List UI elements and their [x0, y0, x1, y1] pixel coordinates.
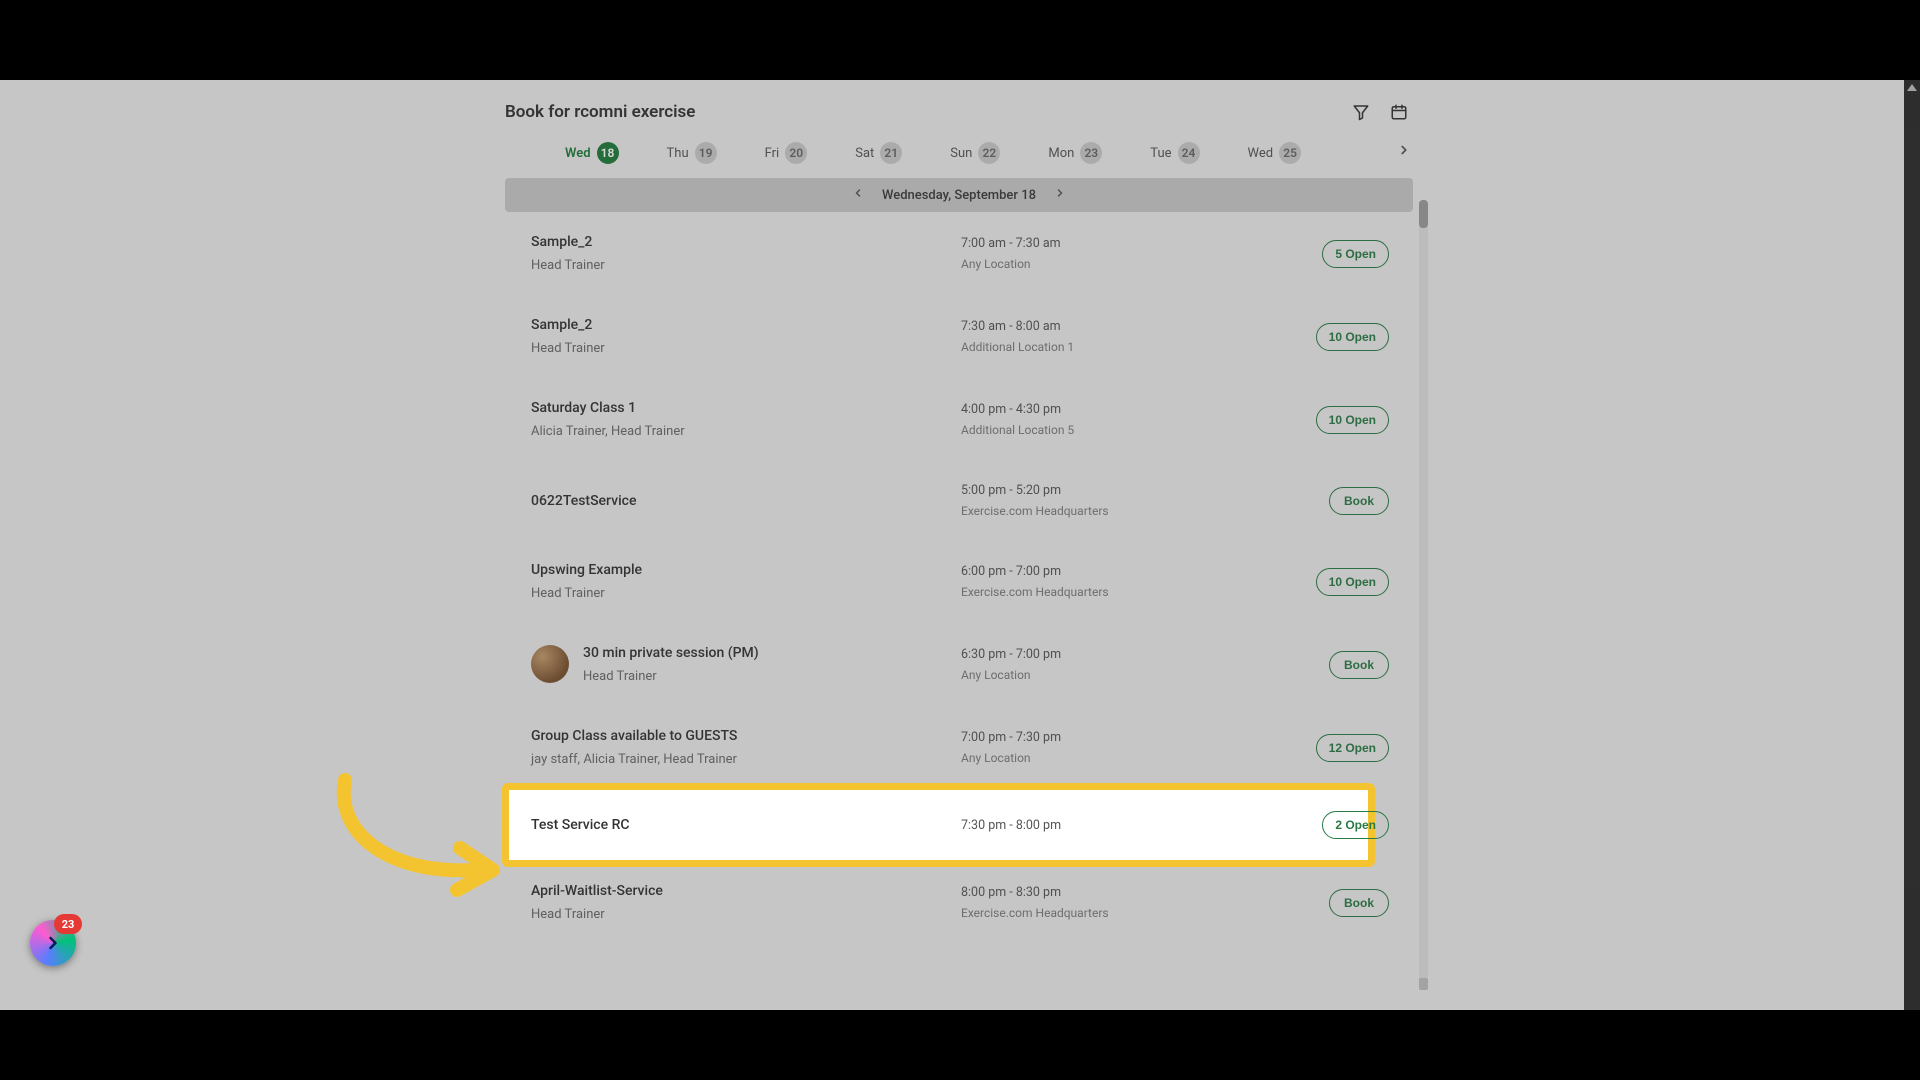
scrollbar-thumb[interactable]: [1419, 200, 1428, 228]
day-tab-tue-24[interactable]: Tue 24: [1150, 142, 1199, 164]
service-name: 0622TestService: [531, 493, 961, 509]
service-time: 7:00 pm - 7:30 pm: [961, 730, 1251, 745]
day-number-badge: 20: [785, 142, 807, 164]
day-number-badge: 18: [597, 142, 619, 164]
service-time: 6:30 pm - 7:00 pm: [961, 647, 1251, 662]
service-location: Exercise.com Headquarters: [961, 504, 1251, 518]
service-row[interactable]: 0622TestService5:00 pm - 5:20 pm Exercise…: [505, 461, 1415, 540]
book-button[interactable]: Book: [1329, 889, 1389, 917]
service-name: April-Waitlist-Service: [531, 883, 961, 899]
scrollbar-track[interactable]: [1419, 200, 1428, 980]
service-name: Group Class available to GUESTS: [531, 728, 961, 744]
date-bar: Wednesday, September 18: [505, 178, 1413, 212]
day-label: Thu: [667, 146, 689, 161]
browser-scrollbar[interactable]: [1904, 80, 1920, 1010]
day-label: Tue: [1150, 146, 1171, 161]
service-row[interactable]: 30 min private session (PM) Head Trainer 6…: [505, 623, 1415, 706]
service-name: Sample_2: [531, 234, 961, 250]
service-location: Any Location: [961, 257, 1251, 271]
service-trainers: Head Trainer: [531, 586, 961, 601]
open-slots-button[interactable]: 10 Open: [1316, 323, 1389, 351]
service-trainers: jay staff, Alicia Trainer, Head Trainer: [531, 752, 961, 767]
service-trainers: Head Trainer: [531, 907, 961, 922]
service-name: Sample_2: [531, 317, 961, 333]
service-row[interactable]: Group Class available to GUESTS jay staff…: [505, 706, 1415, 789]
date-bar-label: Wednesday, September 18: [882, 188, 1036, 203]
service-time: 4:00 pm - 4:30 pm: [961, 402, 1251, 417]
day-tab-wed-18[interactable]: Wed 18: [565, 142, 619, 164]
day-number-badge: 22: [978, 142, 1000, 164]
filter-icon[interactable]: [1351, 102, 1371, 122]
service-row[interactable]: Sample_2 Head Trainer7:30 am - 8:00 am Add…: [505, 295, 1415, 378]
service-location: Additional Location 5: [961, 423, 1251, 437]
day-number-badge: 24: [1178, 142, 1200, 164]
service-row[interactable]: Sample_2 Head Trainer7:00 am - 7:30 am Any…: [505, 212, 1415, 295]
service-row[interactable]: Upswing Example Head Trainer6:00 pm - 7:0…: [505, 540, 1415, 623]
day-label: Fri: [765, 146, 780, 161]
service-time: 8:00 pm - 8:30 pm: [961, 885, 1251, 900]
day-tab-fri-20[interactable]: Fri 20: [765, 142, 808, 164]
open-slots-button[interactable]: 2 Open: [1322, 811, 1389, 839]
date-next-icon[interactable]: [1054, 187, 1066, 203]
service-time: 5:00 pm - 5:20 pm: [961, 483, 1251, 498]
day-number-badge: 25: [1279, 142, 1301, 164]
day-label: Sat: [855, 146, 874, 161]
service-name: Test Service RC: [531, 817, 961, 833]
service-name: 30 min private session (PM): [583, 645, 759, 661]
assistant-launcher-button[interactable]: 23: [30, 920, 76, 966]
day-label: Wed: [1248, 146, 1274, 161]
day-label: Sun: [950, 146, 972, 161]
service-trainers: Head Trainer: [531, 341, 961, 356]
assistant-badge-count: 23: [54, 914, 82, 934]
service-row[interactable]: Saturday Class 1 Alicia Trainer, Head Tra…: [505, 378, 1415, 461]
open-slots-button[interactable]: 10 Open: [1316, 568, 1389, 596]
day-number-badge: 23: [1080, 142, 1102, 164]
service-location: Any Location: [961, 668, 1251, 682]
service-location: Exercise.com Headquarters: [961, 906, 1251, 920]
calendar-icon[interactable]: [1389, 102, 1409, 122]
service-time: 7:30 am - 8:00 am: [961, 319, 1251, 334]
service-trainers: Head Trainer: [583, 669, 759, 684]
day-tab-sun-22[interactable]: Sun 22: [950, 142, 1000, 164]
book-button[interactable]: Book: [1329, 651, 1389, 679]
day-number-badge: 21: [880, 142, 902, 164]
service-name: Saturday Class 1: [531, 400, 961, 416]
browser-scroll-up-icon[interactable]: [1906, 82, 1918, 94]
day-number-badge: 19: [695, 142, 717, 164]
date-prev-icon[interactable]: [852, 187, 864, 203]
service-location: Additional Location 1: [961, 340, 1251, 354]
page-title: Book for rcomni exercise: [505, 102, 695, 122]
avatar: [531, 645, 569, 683]
open-slots-button[interactable]: 12 Open: [1316, 734, 1389, 762]
day-tab-wed-25[interactable]: Wed 25: [1248, 142, 1302, 164]
service-time: 6:00 pm - 7:00 pm: [961, 564, 1251, 579]
open-slots-button[interactable]: 10 Open: [1316, 406, 1389, 434]
service-trainers: Head Trainer: [531, 258, 961, 273]
day-label: Wed: [565, 146, 591, 161]
service-time: 7:30 pm - 8:00 pm: [961, 818, 1251, 833]
day-tab-mon-23[interactable]: Mon 23: [1048, 142, 1102, 164]
service-name: Upswing Example: [531, 562, 961, 578]
days-next-icon[interactable]: [1397, 142, 1411, 161]
day-tab-sat-21[interactable]: Sat 21: [855, 142, 902, 164]
service-location: Any Location: [961, 751, 1251, 765]
service-row[interactable]: Test Service RC7:30 pm - 8:00 pm 2 Open: [505, 789, 1415, 861]
scrollbar-down-icon[interactable]: [1419, 978, 1428, 990]
day-tab-thu-19[interactable]: Thu 19: [667, 142, 717, 164]
day-label: Mon: [1048, 146, 1074, 161]
service-row[interactable]: April-Waitlist-Service Head Trainer8:00 p…: [505, 861, 1415, 944]
service-time: 7:00 am - 7:30 am: [961, 236, 1251, 251]
open-slots-button[interactable]: 5 Open: [1322, 240, 1389, 268]
service-location: Exercise.com Headquarters: [961, 585, 1251, 599]
service-trainers: Alicia Trainer, Head Trainer: [531, 424, 961, 439]
book-button[interactable]: Book: [1329, 487, 1389, 515]
